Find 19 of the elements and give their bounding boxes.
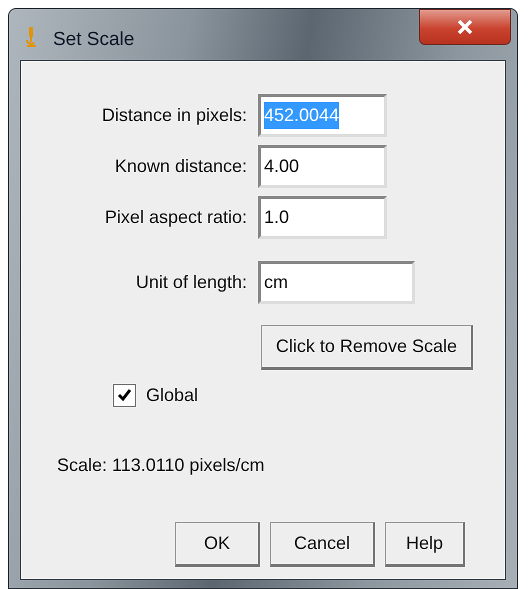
input-field[interactable]: cm bbox=[258, 261, 415, 304]
scale-readout: Scale: 113.0110 pixels/cm bbox=[57, 454, 266, 477]
input-field[interactable]: 4.00 bbox=[258, 145, 387, 188]
field-label: Unit of length: bbox=[134, 271, 248, 294]
global-checkbox[interactable] bbox=[113, 384, 136, 407]
check-icon bbox=[117, 389, 132, 402]
close-icon bbox=[457, 20, 473, 34]
ok-button[interactable]: OK bbox=[175, 522, 260, 567]
microscope-icon bbox=[24, 26, 38, 48]
checkbox-label: Global bbox=[146, 384, 198, 407]
window-title: Set Scale bbox=[53, 28, 134, 52]
remove-scale-button[interactable]: Click to Remove Scale bbox=[260, 325, 473, 370]
close-button[interactable] bbox=[419, 9, 511, 45]
cancel-button[interactable]: Cancel bbox=[270, 522, 375, 567]
input-field[interactable]: 1.0 bbox=[258, 196, 387, 239]
field-label: Pixel aspect ratio: bbox=[104, 206, 248, 229]
field-label: Distance in pixels: bbox=[100, 104, 248, 127]
field-label: Known distance: bbox=[114, 155, 248, 178]
help-button[interactable]: Help bbox=[385, 522, 465, 567]
